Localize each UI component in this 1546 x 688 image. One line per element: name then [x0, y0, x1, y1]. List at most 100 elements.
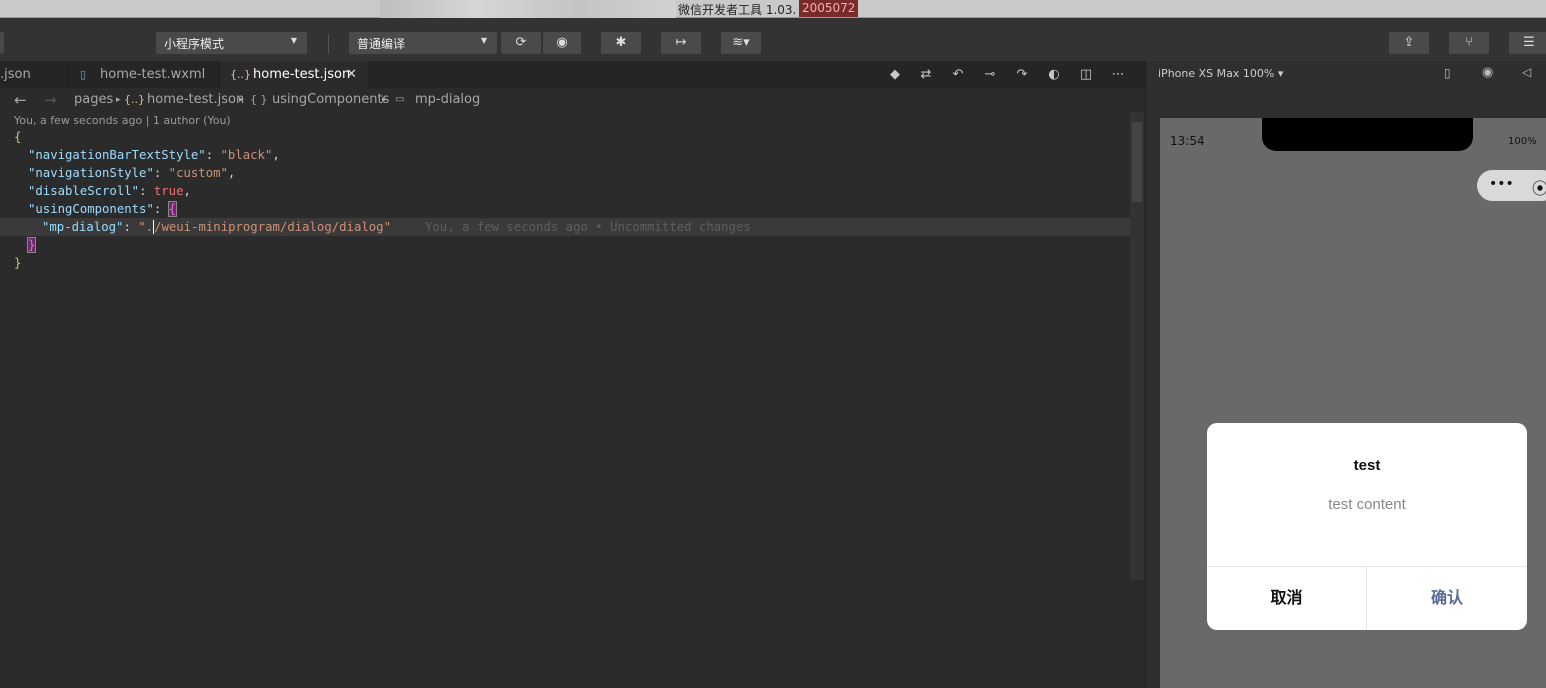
status-time: 13:54	[1170, 134, 1205, 148]
previous-change-icon[interactable]: ↶	[946, 61, 970, 88]
commit-icon[interactable]: ⊸	[978, 61, 1002, 88]
upload-to-device-button[interactable]: ↦	[661, 32, 701, 54]
json-value: "custom"	[168, 166, 228, 180]
close-icon[interactable]: ✕	[346, 61, 357, 88]
device-select[interactable]: iPhone XS Max 100% ▾	[1158, 67, 1283, 80]
scrollbar-thumb[interactable]	[1132, 122, 1142, 202]
tab-home-test-json[interactable]: {..} home-test.json ✕	[220, 61, 370, 88]
breadcrumb-folder[interactable]: pages	[74, 88, 113, 112]
breadcrumb-section[interactable]: usingComponents	[272, 88, 389, 112]
code-line: "disableScroll": true,	[28, 184, 191, 198]
compile-select[interactable]: 普通编译 ▼	[349, 32, 497, 54]
tab-json[interactable]: .json	[0, 61, 68, 88]
json-key: "mp-dialog"	[42, 220, 124, 234]
string-icon: ▭	[395, 94, 405, 105]
toolbar-left-edge[interactable]	[0, 32, 4, 54]
menu-button[interactable]: ☰	[1509, 32, 1546, 54]
next-change-icon[interactable]: ↷	[1010, 61, 1034, 88]
code-line: "navigationStyle": "custom",	[28, 166, 236, 180]
compile-select-value: 普通编译	[357, 37, 406, 51]
debug-button[interactable]: ✱	[601, 32, 641, 54]
json-key: "navigationStyle"	[28, 166, 154, 180]
arrow-right-bar-icon: ↦	[675, 35, 687, 50]
json-value: true	[153, 184, 184, 198]
layers-button[interactable]: ≋▾	[721, 32, 761, 54]
divider	[328, 34, 329, 54]
phone-notch	[1262, 118, 1473, 151]
branch-icon: ⑂	[1465, 35, 1473, 50]
chevron-right-icon: ▸	[116, 95, 121, 105]
code-line: "navigationBarTextStyle": "black",	[28, 148, 280, 162]
cancel-button[interactable]: 取消	[1207, 567, 1367, 630]
brace: {	[14, 130, 22, 144]
chevron-down-icon: ▼	[290, 36, 297, 45]
toolbar: 小程序模式 ▼ 普通编译 ▼ ⟳ ◉ ✱ ↦ ≋▾ ⇪ ⑂ ☰	[0, 18, 1546, 61]
json-key: "usingComponents"	[28, 202, 154, 216]
confirm-button[interactable]: 确认	[1367, 567, 1527, 630]
tab-home-test-wxml[interactable]: ▯ home-test.wxml	[68, 61, 220, 88]
simulator-header: iPhone XS Max 100% ▾ ▯ ◉ ◁	[1145, 61, 1546, 88]
code-line-current: "mp-dialog": "./weui-miniprogram/dialog/…	[0, 218, 1130, 236]
editor-scrollbar[interactable]	[1130, 112, 1144, 580]
window-title: 微信开发者工具 1.03.	[678, 3, 797, 17]
build-number: 2005072	[799, 0, 859, 17]
history-icon[interactable]: ◐	[1042, 61, 1066, 88]
menu-capsule[interactable]: ••• ⦿	[1477, 170, 1546, 201]
code-line: "usingComponents": {	[28, 201, 178, 217]
code-line: {	[14, 128, 1144, 146]
mode-select-value: 小程序模式	[164, 37, 225, 51]
json-key: "disableScroll"	[28, 184, 140, 198]
compare-icon[interactable]: ⇄	[914, 61, 938, 88]
tab-label: home-test.json	[253, 67, 351, 82]
json-value: ".	[138, 220, 154, 234]
close-circle-icon[interactable]: ⦿	[1532, 175, 1546, 199]
bracket-match: }	[26, 237, 37, 253]
status-battery: 100%	[1508, 136, 1537, 147]
upload-button[interactable]: ⇪	[1389, 32, 1429, 54]
dialog-buttons: 取消 确认	[1207, 566, 1527, 630]
bracket-match: {	[167, 201, 178, 217]
refresh-button[interactable]: ⟳	[501, 32, 541, 54]
title-bar: 微信开发者工具 1.03. 2005072	[0, 0, 1546, 18]
dialog: test test content 取消 确认	[1207, 423, 1527, 630]
file-icon: ▯	[80, 68, 87, 81]
json-key: "navigationBarTextStyle"	[28, 148, 206, 162]
breadcrumb-file[interactable]: home-test.json	[147, 88, 244, 112]
more-dots-icon[interactable]: •••	[1489, 176, 1514, 192]
split-editor-icon[interactable]: ◫	[1074, 61, 1098, 88]
version-control-button[interactable]: ⑂	[1449, 32, 1489, 54]
breadcrumb-leaf[interactable]: mp-dialog	[415, 88, 480, 112]
phone-icon[interactable]: ▯	[1444, 66, 1451, 80]
mode-select[interactable]: 小程序模式 ▼	[156, 32, 307, 54]
chevron-down-icon: ▼	[480, 36, 487, 45]
object-icon: { }	[250, 93, 268, 106]
breadcrumb: ← → pages ▸ {..} home-test.json ▸ { } us…	[0, 88, 1145, 112]
blame-annotation[interactable]: You, a few seconds ago | 1 author (You)	[14, 114, 231, 127]
bug-icon: ✱	[615, 35, 627, 50]
forward-icon[interactable]: →	[44, 88, 57, 112]
blurred-region	[380, 0, 676, 18]
dialog-title: test	[1353, 457, 1381, 474]
code-editor[interactable]: { "navigationBarTextStyle": "black", "na…	[0, 128, 1130, 688]
back-icon[interactable]: ←	[14, 88, 27, 112]
sound-icon[interactable]: ◁	[1522, 65, 1531, 79]
git-icon[interactable]: ◆	[883, 61, 907, 88]
dialog-content: test content	[1328, 496, 1406, 513]
tab-label: .json	[0, 67, 31, 82]
json-value: "black"	[220, 148, 273, 162]
inline-blame: You, a few seconds ago • Uncommitted cha…	[425, 220, 751, 234]
more-icon[interactable]: ⋯	[1106, 61, 1130, 88]
chevron-right-icon: ▸	[382, 95, 387, 105]
eye-icon: ◉	[556, 35, 568, 50]
json-value: /weui-miniprogram/dialog/dialog"	[154, 220, 391, 234]
record-icon[interactable]: ◉	[1482, 65, 1493, 80]
upload-icon: ⇪	[1403, 35, 1415, 50]
editor-tabs: .json ▯ home-test.wxml {..} home-test.js…	[0, 61, 1145, 88]
json-icon: {..}	[124, 93, 145, 106]
chevron-right-icon: ▸	[239, 95, 244, 105]
menu-icon: ☰	[1523, 35, 1535, 50]
layers-icon: ≋▾	[732, 35, 750, 50]
brace: }	[14, 256, 22, 270]
code-line: }	[14, 254, 1144, 272]
preview-button[interactable]: ◉	[543, 32, 581, 54]
